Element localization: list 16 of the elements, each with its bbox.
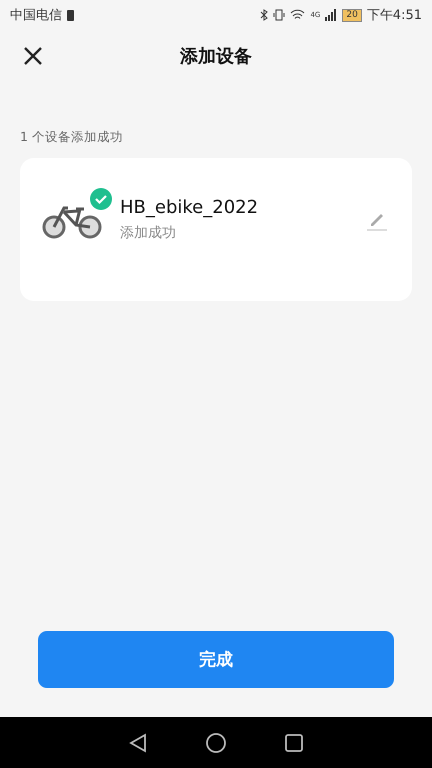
device-status: 添加成功: [120, 224, 177, 242]
sim-icon: [67, 10, 74, 20]
battery-level: 20: [342, 8, 362, 22]
vibrate-icon: [273, 9, 286, 21]
back-nav-button[interactable]: [129, 732, 147, 752]
signal-icon: [325, 9, 338, 21]
home-nav-button[interactable]: [205, 732, 227, 754]
summary-text: 1 个设备添加成功: [19, 129, 124, 146]
carrier-name: 中国电信: [10, 7, 62, 24]
bluetooth-icon: [260, 9, 268, 21]
device-name: HB_ebike_2022: [120, 197, 260, 218]
wifi-icon: [290, 9, 306, 21]
recents-nav-button[interactable]: [285, 734, 303, 752]
page-title: 添加设备: [180, 45, 252, 68]
done-button[interactable]: 完成: [38, 631, 394, 688]
clock: 下午4:51: [366, 7, 422, 24]
